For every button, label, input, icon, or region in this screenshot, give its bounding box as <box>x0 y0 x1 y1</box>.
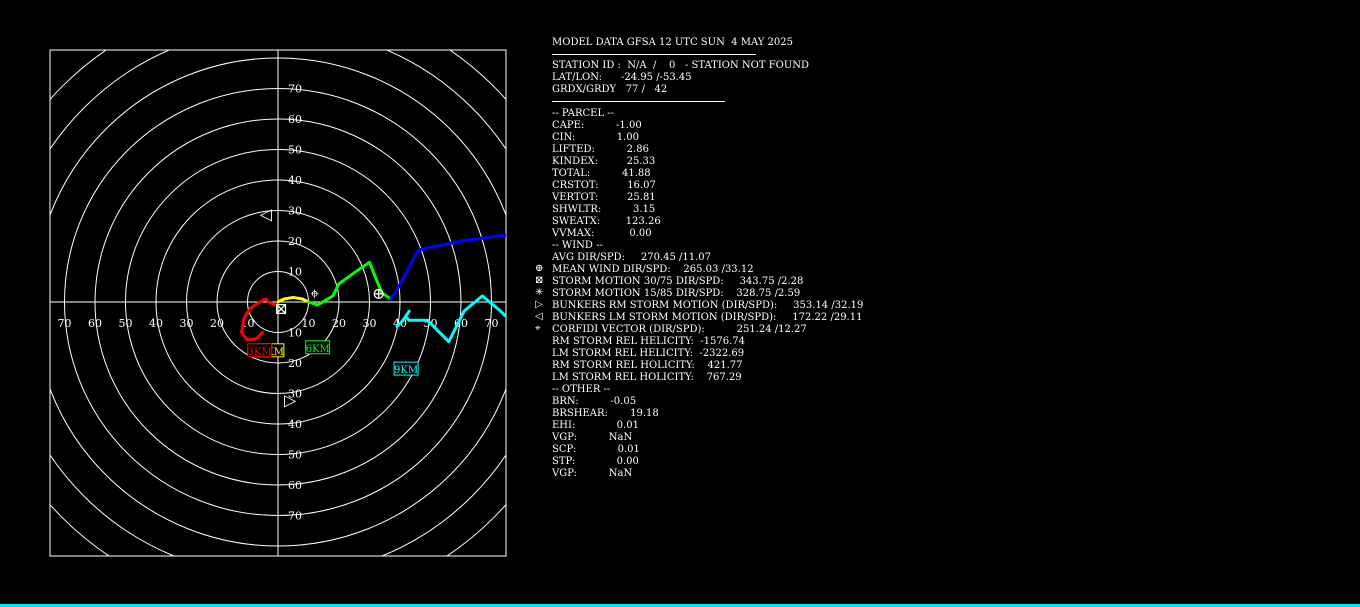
y-tick-label: 60 <box>288 113 302 126</box>
y-tick-label: 30 <box>288 205 302 218</box>
y-tick-label: 40 <box>288 418 302 431</box>
x-tick-label: 10 <box>302 317 316 330</box>
y-tick-label: 10 <box>288 266 302 279</box>
x-tick-label: 70 <box>58 317 72 330</box>
x-tick-label: 20 <box>210 317 224 330</box>
mean-wind-marker: ⊕ <box>372 284 385 303</box>
bunkers-lm-marker: ◁ <box>259 205 273 224</box>
y-tick-label: 20 <box>288 357 302 370</box>
x-tick-label: 30 <box>180 317 194 330</box>
x-tick-label: 50 <box>119 317 133 330</box>
y-tick-label: 60 <box>288 479 302 492</box>
corfidi-marker: ⌖ <box>310 284 319 303</box>
hodograph-segment-3 <box>389 233 506 301</box>
y-tick-label: 40 <box>288 174 302 187</box>
height-label: 6KM <box>305 340 331 355</box>
bunkers-rm-marker: ▷ <box>284 391 297 410</box>
y-tick-label: 20 <box>288 235 302 248</box>
y-tick-label: 70 <box>288 83 302 96</box>
x-tick-label: 30 <box>363 317 377 330</box>
x-tick-label: 20 <box>332 317 346 330</box>
storm-motion-marker: ⊠ <box>274 299 287 318</box>
y-tick-label: 10 <box>288 327 302 340</box>
y-tick-label: 70 <box>288 510 302 523</box>
x-tick-label: 70 <box>485 317 499 330</box>
y-tick-label: 50 <box>288 449 302 462</box>
height-label-text: 9KM <box>394 365 418 376</box>
x-tick-label: 60 <box>88 317 102 330</box>
y-tick-label: 50 <box>288 144 302 157</box>
height-label: 3KM <box>247 343 273 358</box>
height-label-text: 3KM <box>248 347 272 358</box>
height-label-text: 6KM <box>306 344 330 355</box>
height-label: 9KM <box>393 361 419 376</box>
hodograph-chart: 70 60 50 40 30 20 10 10 20 30 40 50 60 70706050403020… <box>49 49 507 557</box>
x-tick-label: 40 <box>149 317 163 330</box>
